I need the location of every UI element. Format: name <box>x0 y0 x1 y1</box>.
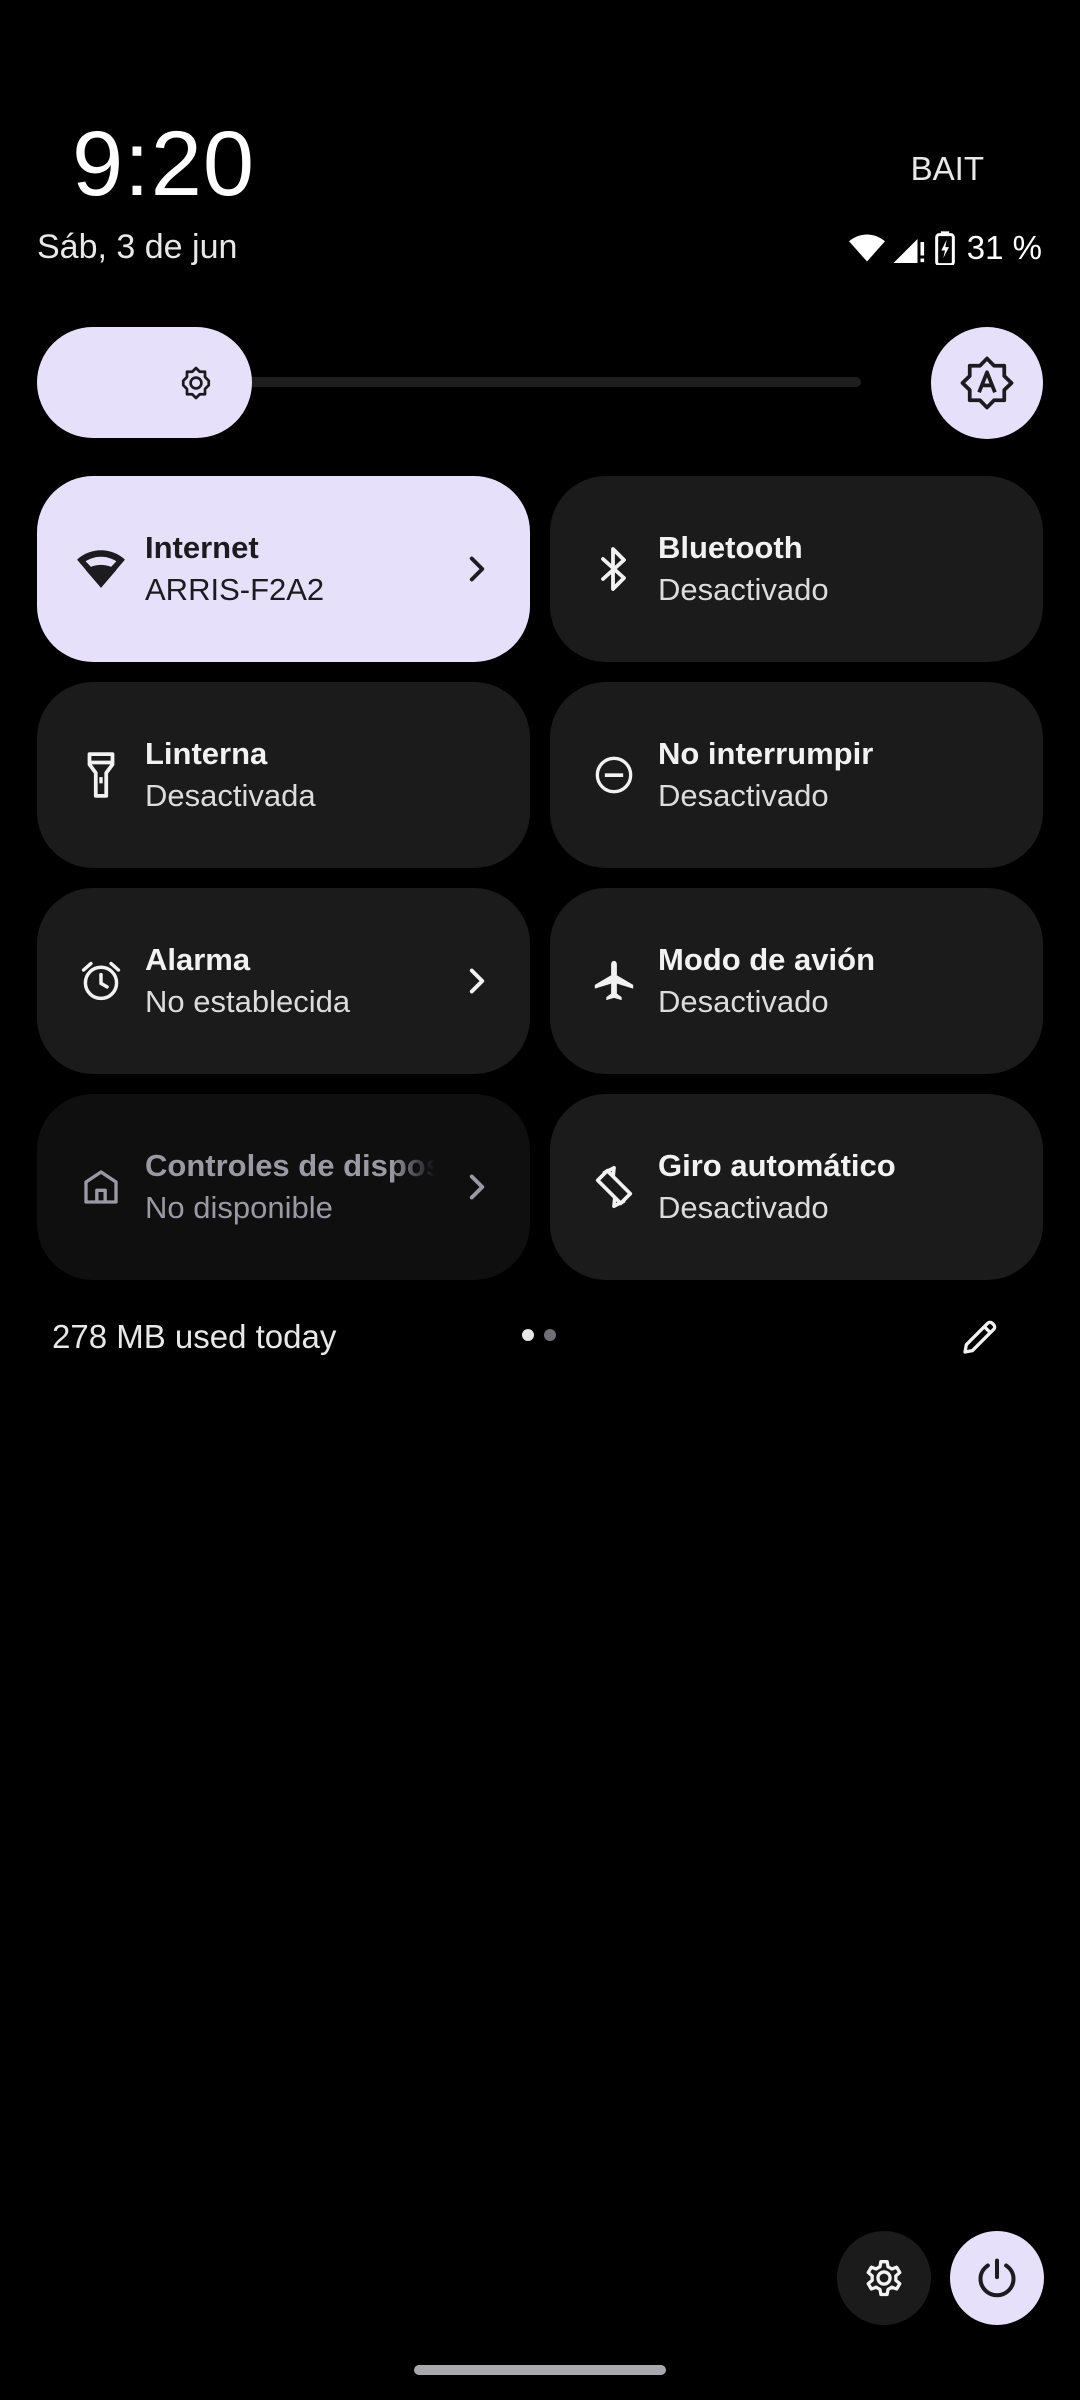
tile-alarm[interactable]: Alarma No establecida <box>37 888 530 1074</box>
chevron-right-icon[interactable] <box>462 966 492 996</box>
tile-flashlight[interactable]: Linterna Desactivada <box>37 682 530 868</box>
tile-subtitle: ARRIS-F2A2 <box>145 572 325 607</box>
chevron-right-icon[interactable] <box>462 1172 492 1202</box>
data-usage-label[interactable]: 278 MB used today <box>52 1318 336 1356</box>
tile-title: Internet <box>145 530 259 565</box>
date[interactable]: Sáb, 3 de jun <box>37 228 237 267</box>
tile-subtitle: Desactivado <box>658 984 829 1019</box>
auto-brightness-icon <box>960 356 1014 410</box>
navigation-handle[interactable] <box>414 2365 666 2375</box>
brightness-track[interactable] <box>187 377 861 387</box>
tile-title: Controles de dispositivos <box>145 1148 435 1183</box>
alarm-icon <box>73 953 129 1009</box>
tile-subtitle: No establecida <box>145 984 351 1019</box>
tile-subtitle: Desactivado <box>658 778 829 813</box>
quick-settings-tiles: Internet ARRIS-F2A2 Bluetooth Desactivad… <box>37 476 1043 1280</box>
gear-icon <box>866 2260 902 2297</box>
chevron-right-icon[interactable] <box>462 554 492 584</box>
tile-title: Bluetooth <box>658 530 803 565</box>
tile-airplane-mode[interactable]: Modo de avión Desactivado <box>550 888 1043 1074</box>
page-dot <box>544 1329 556 1341</box>
bluetooth-icon <box>586 541 642 597</box>
tile-title: Linterna <box>145 736 268 771</box>
cellular-signal-icon <box>893 233 927 263</box>
edit-tiles-button[interactable] <box>955 1312 1005 1362</box>
flashlight-icon <box>73 747 129 803</box>
auto-rotate-icon <box>586 1159 642 1215</box>
pencil-icon <box>963 1320 997 1354</box>
tile-title: Modo de avión <box>658 942 875 977</box>
tile-subtitle: Desactivada <box>145 778 316 813</box>
carrier-name: BAIT <box>910 150 984 187</box>
brightness-slider[interactable] <box>37 327 861 438</box>
clock[interactable]: 9:20 <box>72 118 255 210</box>
tile-title: No interrumpir <box>658 736 874 771</box>
tile-internet[interactable]: Internet ARRIS-F2A2 <box>37 476 530 662</box>
brightness-thumb[interactable] <box>37 327 252 438</box>
tile-title: Alarma <box>145 942 251 977</box>
tile-title: Giro automático <box>658 1148 896 1183</box>
tile-subtitle: No disponible <box>145 1190 333 1225</box>
do-not-disturb-icon <box>586 747 642 803</box>
auto-brightness-button[interactable] <box>931 327 1043 439</box>
settings-button[interactable] <box>837 2231 931 2325</box>
home-icon <box>73 1159 129 1215</box>
battery-percentage: 31 % <box>966 229 1042 266</box>
airplane-icon <box>586 953 642 1009</box>
power-button[interactable] <box>950 2231 1044 2325</box>
brightness-icon <box>181 366 211 399</box>
power-icon <box>978 2258 1016 2298</box>
tile-do-not-disturb[interactable]: No interrumpir Desactivado <box>550 682 1043 868</box>
tile-subtitle: Desactivado <box>658 1190 829 1225</box>
tile-bluetooth[interactable]: Bluetooth Desactivado <box>550 476 1043 662</box>
tile-subtitle: Desactivado <box>658 572 829 607</box>
battery-charging-icon <box>934 231 955 265</box>
wifi-signal-icon <box>848 234 885 262</box>
wifi-icon <box>73 541 129 597</box>
tile-auto-rotate[interactable]: Giro automático Desactivado <box>550 1094 1043 1280</box>
status-icons: 31 % <box>848 228 1042 268</box>
page-indicator <box>522 1329 556 1341</box>
tile-device-controls[interactable]: Controles de dispositivos No disponible <box>37 1094 530 1280</box>
page-dot-active <box>522 1329 534 1341</box>
